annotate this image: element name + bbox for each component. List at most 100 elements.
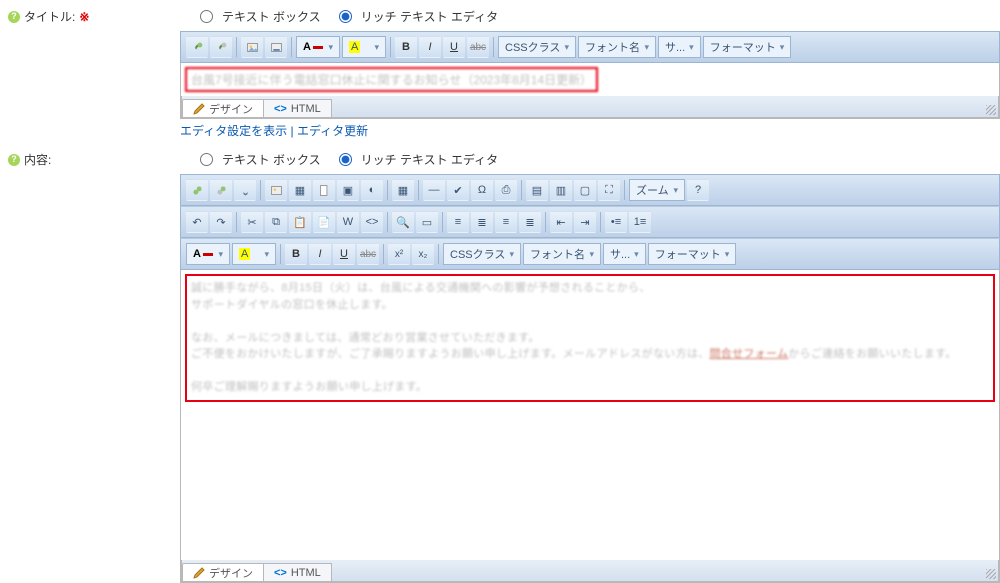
title-toolbar: A▾ A▾ B I U abc CSSクラス▾ フォント名▾ サ...▾ フォー… bbox=[180, 31, 1000, 63]
content-tab-html[interactable]: <> HTML bbox=[263, 563, 332, 581]
help-icon[interactable]: ? bbox=[8, 154, 20, 166]
title-editor-type: テキスト ボックス リッチ テキスト エディタ bbox=[180, 4, 1000, 31]
content-editor-type: テキスト ボックス リッチ テキスト エディタ bbox=[180, 147, 1000, 174]
title-editor[interactable]: 台風7号接近に伴う電話窓口休止に関するお知らせ（2023年8月14日更新） デザ… bbox=[180, 63, 1000, 119]
format-dropdown[interactable]: フォーマット▾ bbox=[703, 36, 792, 58]
snippet-icon[interactable]: ▥ bbox=[550, 179, 572, 201]
paste-word-icon[interactable]: W bbox=[337, 211, 359, 233]
html-icon: <> bbox=[274, 567, 287, 579]
undo-icon[interactable]: ↶ bbox=[186, 211, 208, 233]
content-radio-textbox[interactable] bbox=[200, 153, 213, 166]
subscript-button[interactable]: x₂ bbox=[412, 243, 434, 265]
align-right-icon[interactable]: ≡ bbox=[495, 211, 517, 233]
selectall-icon[interactable]: ▭ bbox=[416, 211, 438, 233]
font-color-dropdown[interactable]: A▾ bbox=[186, 243, 230, 265]
link-icon[interactable] bbox=[186, 179, 208, 201]
resize-handle-icon[interactable] bbox=[986, 105, 996, 115]
content-label: 内容: bbox=[24, 151, 51, 168]
font-size-dropdown[interactable]: サ...▾ bbox=[658, 36, 701, 58]
help-icon[interactable]: ? bbox=[8, 11, 20, 23]
content-radio-rich-label[interactable]: リッチ テキスト エディタ bbox=[361, 151, 498, 168]
media-icon[interactable] bbox=[265, 36, 287, 58]
pencil-icon bbox=[193, 567, 205, 579]
css-class-dropdown[interactable]: CSSクラス▾ bbox=[443, 243, 521, 265]
strike-button[interactable]: abc bbox=[467, 36, 489, 58]
italic-button[interactable]: I bbox=[419, 36, 441, 58]
strike-button[interactable]: abc bbox=[357, 243, 379, 265]
format-dropdown[interactable]: フォーマット▾ bbox=[648, 243, 737, 265]
image-icon[interactable] bbox=[265, 179, 287, 201]
show-editor-settings-link[interactable]: エディタ設定を表示 bbox=[180, 124, 287, 138]
bg-color-dropdown[interactable]: A▾ bbox=[232, 243, 276, 265]
media-icon[interactable]: ▦ bbox=[289, 179, 311, 201]
content-body-text: 誠に勝手ながら、8月15日（火）は、台風による交通機関への影響が予想されることか… bbox=[191, 280, 989, 396]
template-icon[interactable]: ▤ bbox=[526, 179, 548, 201]
redo-icon[interactable]: ↷ bbox=[210, 211, 232, 233]
print-icon[interactable]: ⎙ bbox=[495, 179, 517, 201]
content-toolbar-3: A▾ A▾ B I U abc x² x₂ CSSクラス▾ フォント名▾ サ..… bbox=[180, 238, 1000, 270]
html-icon: <> bbox=[274, 103, 287, 115]
indent-icon[interactable]: ⇥ bbox=[574, 211, 596, 233]
media2-icon[interactable]: ▣ bbox=[337, 179, 359, 201]
resize-handle-icon[interactable] bbox=[986, 569, 996, 579]
underline-button[interactable]: U bbox=[443, 36, 465, 58]
superscript-button[interactable]: x² bbox=[388, 243, 410, 265]
copy-icon[interactable]: ⧉ bbox=[265, 211, 287, 233]
content-tabs: デザイン <> HTML bbox=[181, 560, 999, 582]
cut-icon[interactable]: ✂ bbox=[241, 211, 263, 233]
help-icon-button[interactable]: ? bbox=[687, 179, 709, 201]
content-toolbar-2: ↶ ↷ ✂ ⧉ 📋 📄 W <> 🔍 ▭ ≡ ≣ ≡ ≣ ⇤ ⇥ •≡ 1≡ bbox=[180, 206, 1000, 238]
bold-button[interactable]: B bbox=[395, 36, 417, 58]
outdent-icon[interactable]: ⇤ bbox=[550, 211, 572, 233]
flash-icon[interactable]: ◐ bbox=[361, 179, 383, 201]
paste-icon[interactable]: 📋 bbox=[289, 211, 311, 233]
content-radio-textbox-label[interactable]: テキスト ボックス bbox=[222, 151, 321, 168]
editor-links: エディタ設定を表示 | エディタ更新 bbox=[180, 119, 1000, 147]
content-radio-rich[interactable] bbox=[339, 153, 352, 166]
font-name-dropdown[interactable]: フォント名▾ bbox=[523, 243, 601, 265]
symbol-icon[interactable]: Ω bbox=[471, 179, 493, 201]
unlink-icon[interactable] bbox=[210, 36, 232, 58]
title-content: 台風7号接近に伴う電話窓口休止に関するお知らせ（2023年8月14日更新） bbox=[185, 67, 598, 92]
file-icon[interactable] bbox=[313, 179, 335, 201]
underline-button[interactable]: U bbox=[333, 243, 355, 265]
bg-color-dropdown[interactable]: A▾ bbox=[342, 36, 386, 58]
title-radio-rich-label[interactable]: リッチ テキスト エディタ bbox=[361, 8, 498, 25]
paste-html-icon[interactable]: <> bbox=[361, 211, 383, 233]
title-radio-textbox-label[interactable]: テキスト ボックス bbox=[222, 8, 321, 25]
unlink-icon[interactable] bbox=[210, 179, 232, 201]
css-class-dropdown[interactable]: CSSクラス▾ bbox=[498, 36, 576, 58]
required-mark: ※ bbox=[79, 10, 89, 24]
fullscreen-icon[interactable]: ⛶ bbox=[598, 179, 620, 201]
title-label: タイトル: bbox=[24, 8, 75, 25]
content-tab-design[interactable]: デザイン bbox=[182, 563, 264, 581]
title-tabs: デザイン <> HTML bbox=[181, 96, 999, 118]
ol-icon[interactable]: 1≡ bbox=[629, 211, 651, 233]
italic-button[interactable]: I bbox=[309, 243, 331, 265]
paste-text-icon[interactable]: 📄 bbox=[313, 211, 335, 233]
align-justify-icon[interactable]: ≣ bbox=[519, 211, 541, 233]
font-size-dropdown[interactable]: サ...▾ bbox=[603, 243, 646, 265]
div-icon[interactable]: ▢ bbox=[574, 179, 596, 201]
hr-icon[interactable]: — bbox=[423, 179, 445, 201]
title-radio-textbox[interactable] bbox=[200, 10, 213, 23]
align-center-icon[interactable]: ≣ bbox=[471, 211, 493, 233]
spellcheck-icon[interactable]: ✔ bbox=[447, 179, 469, 201]
bold-button[interactable]: B bbox=[285, 243, 307, 265]
zoom-dropdown[interactable]: ズーム▾ bbox=[629, 179, 685, 201]
font-color-dropdown[interactable]: A▾ bbox=[296, 36, 340, 58]
title-radio-rich[interactable] bbox=[339, 10, 352, 23]
link-icon[interactable] bbox=[186, 36, 208, 58]
table-icon[interactable]: ▦ bbox=[392, 179, 414, 201]
ul-icon[interactable]: •≡ bbox=[605, 211, 627, 233]
font-name-dropdown[interactable]: フォント名▾ bbox=[578, 36, 656, 58]
content-editor[interactable]: 誠に勝手ながら、8月15日（火）は、台風による交通機関への影響が予想されることか… bbox=[180, 270, 1000, 583]
image-icon[interactable] bbox=[241, 36, 263, 58]
refresh-editor-link[interactable]: エディタ更新 bbox=[297, 124, 368, 138]
anchor-icon[interactable] bbox=[234, 179, 256, 201]
align-left-icon[interactable]: ≡ bbox=[447, 211, 469, 233]
pencil-icon bbox=[193, 103, 205, 115]
find-icon[interactable]: 🔍 bbox=[392, 211, 414, 233]
title-tab-html[interactable]: <> HTML bbox=[263, 99, 332, 117]
title-tab-design[interactable]: デザイン bbox=[182, 99, 264, 117]
